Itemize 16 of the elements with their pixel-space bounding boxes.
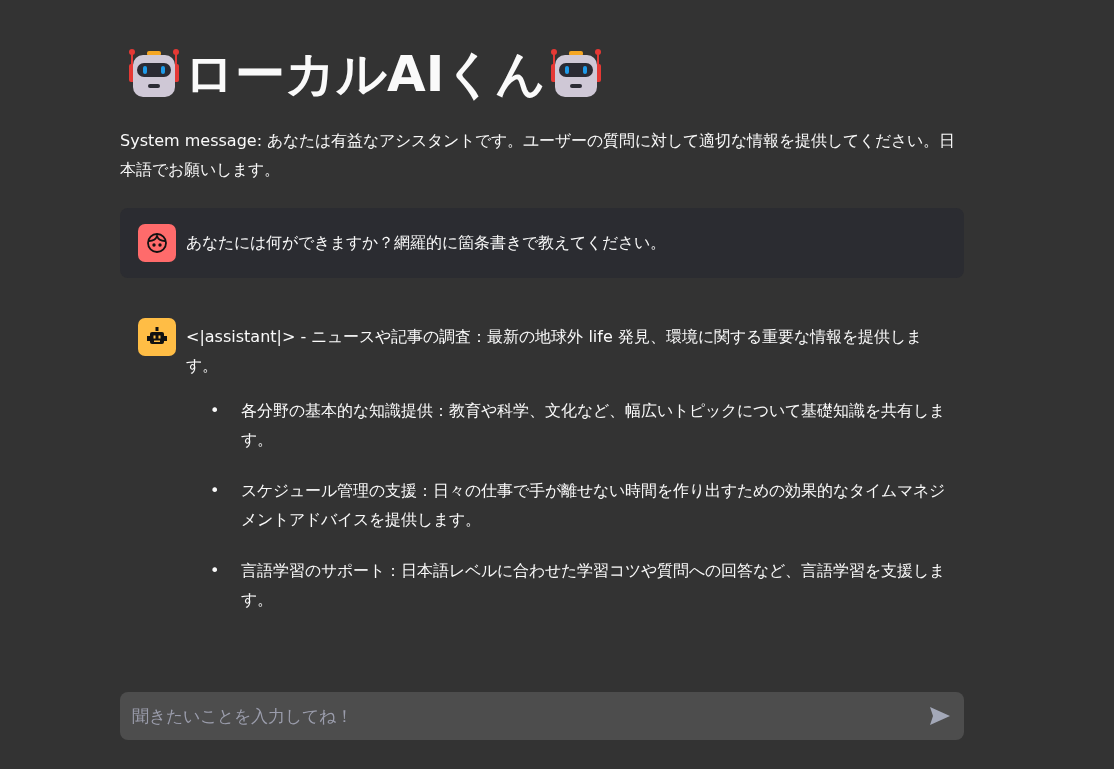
robot-icon [128,48,180,100]
message-text: <|assistant|> - ニュースや記事の調査：最新の地球外 life 発見、環境に関する重要な情報を提供します。 [186,327,922,375]
assistant-avatar-icon [138,318,176,356]
list-item-text: 各分野の基本的な知識提供：教育や科学、文化など、幅広いトピックについて基礎知識を共有します。 [241,400,946,451]
chat-input[interactable]: 聞きたいことを入力してね！ [120,692,964,740]
user-avatar-icon [138,224,176,262]
message-text: あなたには何ができますか？網羅的に箇条書きで教えてください。 [186,233,666,252]
app-title: ローカルAIくん [184,44,547,105]
bullet: • [210,400,220,422]
bullet: • [210,480,220,502]
robot-icon [550,48,603,100]
send-icon[interactable] [928,704,952,728]
list-item-text: 言語学習のサポート：日本語レベルに合わせた学習コツや質問への回答など、言語学習を支援します。 [241,560,946,611]
bullet: • [210,560,220,582]
list-item-text: スケジュール管理の支援：日々の仕事で手が離せない時間を作り出すための効果的なタイムマネジメントアドバイスを提供します。 [241,480,946,531]
system-message: System message: あなたは有益なアシスタントです。ユーザーの質問に対して適切な情報を提供してください。日本語でお願いします。 [120,130,957,181]
